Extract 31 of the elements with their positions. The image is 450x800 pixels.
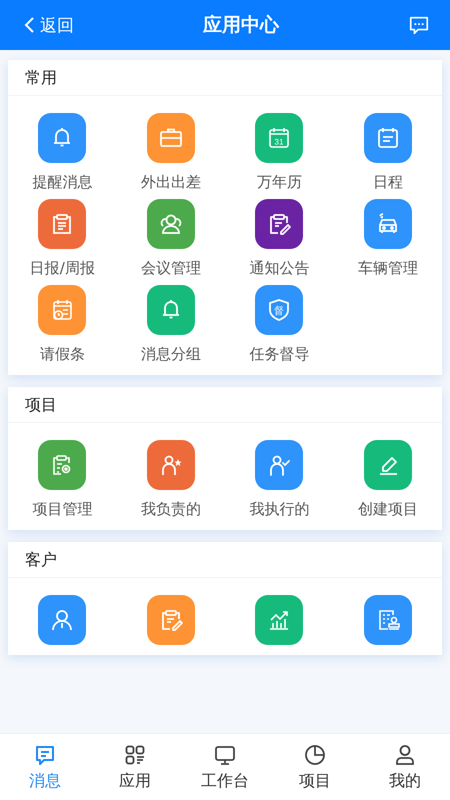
app-icon[interactable] [255,199,304,249]
tab[interactable]: 项目 [270,734,360,800]
app-label[interactable]: 通知公告 [249,257,310,279]
pie-chart-icon [303,742,327,766]
app-label[interactable]: 万年历 [256,171,302,193]
grid-icon [123,742,147,766]
app-label[interactable]: 我负责的 [140,498,201,520]
app-label[interactable]: 日报/周报 [30,257,95,279]
message-icon[interactable] [408,14,430,36]
app-label[interactable]: 任务督导 [249,343,310,365]
tab[interactable]: 我的 [360,734,450,800]
section-title: 常用 [8,60,442,96]
app-label[interactable]: 消息分组 [140,343,201,365]
page-title: 应用中心 [203,13,279,38]
section-title: 项目 [8,387,442,423]
app-label[interactable]: 我执行的 [249,498,310,520]
app-label[interactable]: 日程 [372,171,403,193]
app-label[interactable]: 请假条 [40,343,85,365]
back-icon [24,16,36,34]
app-label[interactable]: 会议管理 [140,257,201,279]
app-label[interactable]: 提醒消息 [32,171,92,193]
app-label[interactable]: 外出出差 [140,171,201,193]
user-icon [393,742,417,766]
tab[interactable]: 应用 [90,734,180,800]
tab[interactable]: 消息 [0,734,90,800]
app-label[interactable]: 车辆管理 [358,257,418,279]
tab[interactable]: 工作台 [180,734,270,800]
back-button[interactable]: 返回 [24,14,74,36]
app-label[interactable]: 创建项目 [358,498,418,520]
app-label[interactable]: 项目管理 [32,498,92,520]
section-title: 客户 [8,542,442,578]
